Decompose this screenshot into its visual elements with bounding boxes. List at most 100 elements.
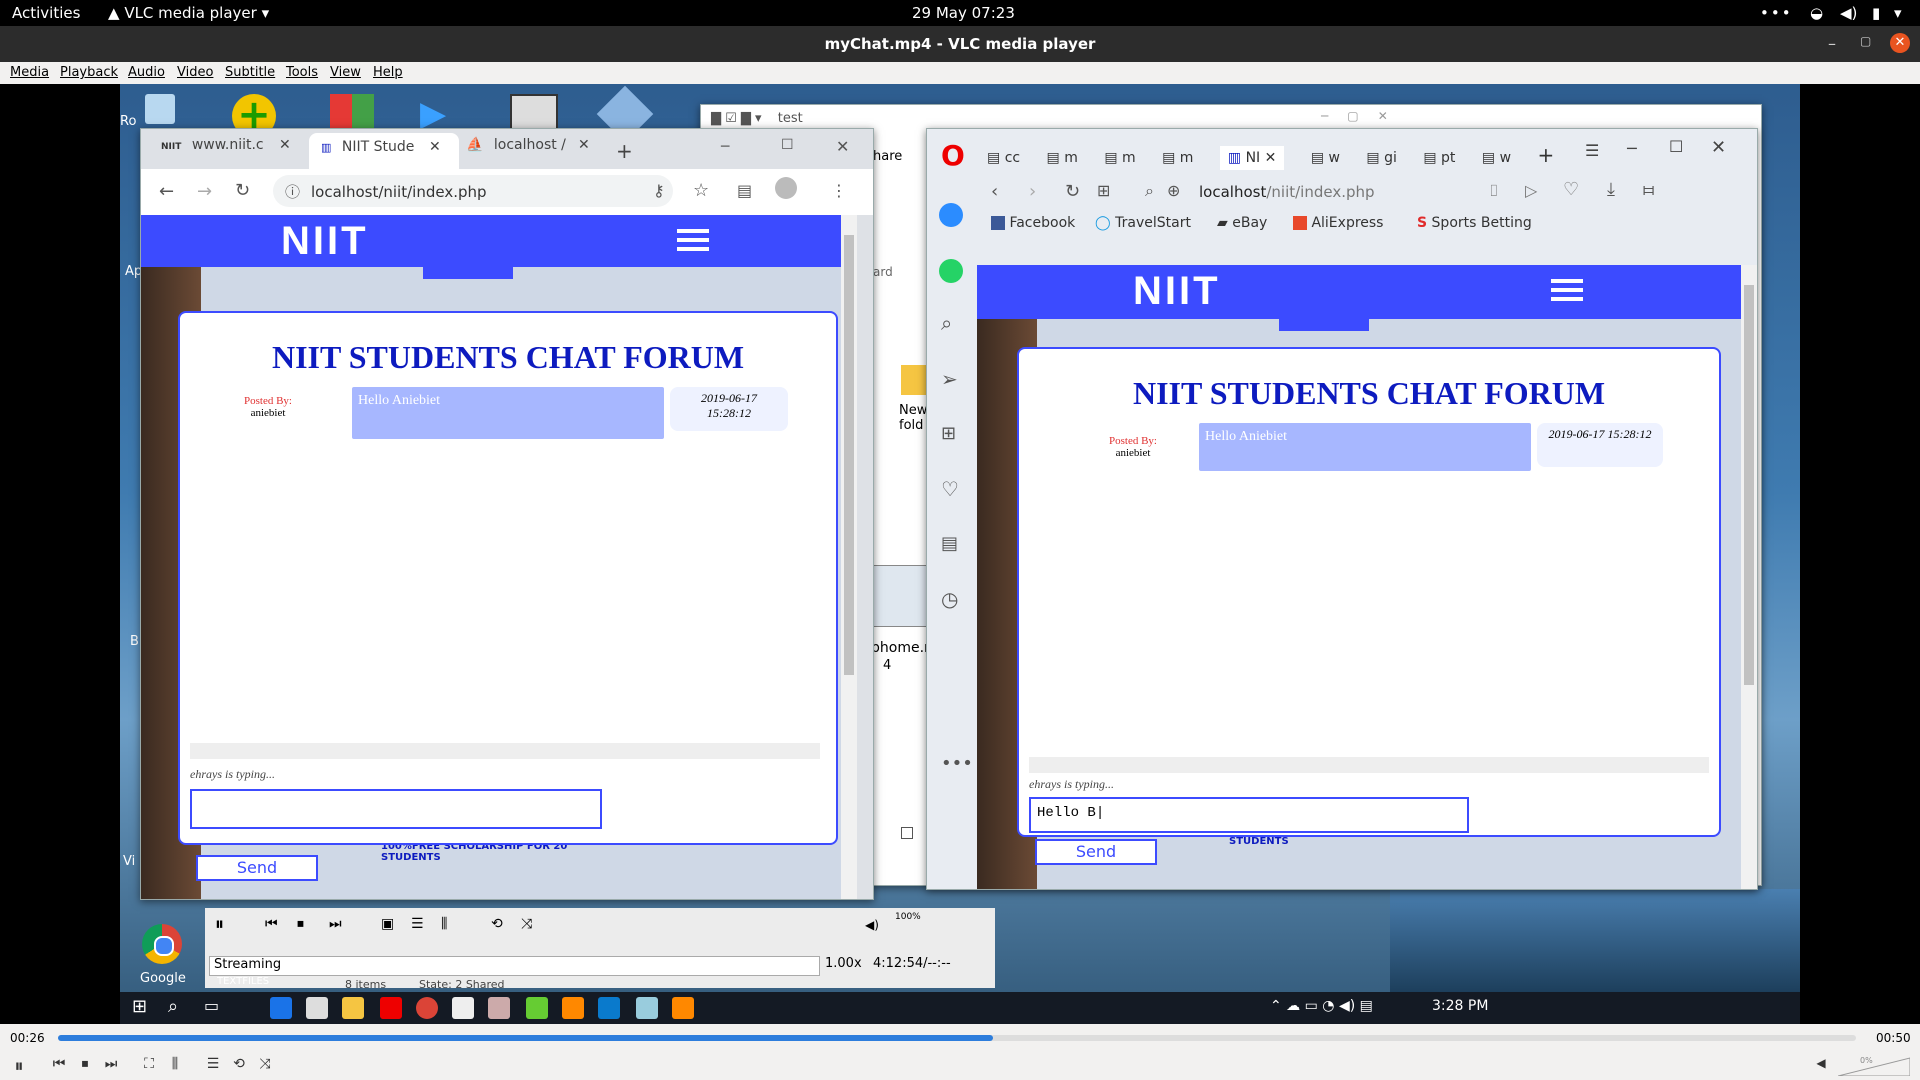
- news-icon[interactable]: ▤: [941, 533, 958, 554]
- explorer-toolbar-icons[interactable]: ▇ ☑ ▇ ▾: [711, 111, 762, 126]
- tab-menu-icon[interactable]: ☰: [1585, 141, 1599, 160]
- tab[interactable]: ▤ gi: [1366, 150, 1396, 166]
- menu-icon[interactable]: ⋮: [831, 181, 847, 200]
- more-icon[interactable]: •••: [941, 753, 973, 774]
- download-icon[interactable]: ⤓: [1607, 179, 1615, 200]
- equalizer-icon[interactable]: ⫼: [164, 1056, 186, 1076]
- search-icon[interactable]: ⌕: [941, 311, 952, 335]
- previous-icon[interactable]: ⏮: [48, 1056, 70, 1076]
- address-bar[interactable]: ⓘ localhost/niit/index.php: [273, 175, 673, 207]
- bookmark-ebay[interactable]: ▰ eBay: [1217, 215, 1267, 231]
- tab[interactable]: ▤ m: [1162, 150, 1193, 166]
- zoom-icon[interactable]: ⌕: [1145, 181, 1154, 201]
- reload-icon[interactable]: ↻: [235, 180, 250, 201]
- tab[interactable]: ▤ m: [1047, 150, 1078, 166]
- tab-niit-site[interactable]: NIIT www.niit.c ✕: [161, 137, 311, 167]
- extension-icon[interactable]: ▤: [737, 181, 752, 200]
- volume-icon[interactable]: ◀): [1840, 4, 1857, 22]
- tab-active[interactable]: ▥ NI ✕: [1219, 146, 1285, 170]
- back-icon[interactable]: ←: [159, 181, 174, 202]
- tab[interactable]: ▤ m: [1104, 150, 1135, 166]
- activities-button[interactable]: Activities: [12, 4, 80, 22]
- info-icon[interactable]: ⓘ: [285, 181, 300, 202]
- send-icon[interactable]: ▷: [1525, 181, 1537, 200]
- profile-avatar-icon[interactable]: [775, 177, 797, 199]
- address-bar[interactable]: localhost/niit/index.php: [1199, 183, 1375, 201]
- menu-video[interactable]: Video: [177, 65, 213, 80]
- maximize-icon[interactable]: ☐: [1669, 137, 1683, 156]
- share-tab[interactable]: hare: [873, 149, 902, 164]
- forward-icon[interactable]: →: [197, 181, 212, 202]
- system-menu-icon[interactable]: ▾: [1894, 4, 1902, 22]
- wifi-icon[interactable]: ◒: [1810, 4, 1823, 22]
- menu-view[interactable]: View: [330, 65, 361, 80]
- close-tab-icon[interactable]: ✕: [279, 137, 291, 153]
- tab[interactable]: ▤ pt: [1423, 150, 1455, 166]
- bookmark-sports-betting[interactable]: S Sports Betting: [1417, 215, 1532, 231]
- tab-chat-forum[interactable]: ▥ NIIT Stude ✕: [309, 133, 459, 169]
- settings-icon[interactable]: ⧦: [1643, 179, 1654, 200]
- page-scrollbar[interactable]: [1741, 265, 1757, 889]
- volume-slider[interactable]: 0%: [1837, 1056, 1911, 1077]
- reload-icon[interactable]: ↻: [1065, 181, 1080, 202]
- close-tab-icon[interactable]: ✕: [578, 137, 590, 153]
- history-icon[interactable]: ◷: [941, 587, 958, 611]
- tab[interactable]: ▤ cc: [987, 150, 1020, 166]
- minimize-icon[interactable]: ─: [721, 139, 729, 155]
- file-thumbnail[interactable]: [871, 565, 933, 627]
- mute-icon[interactable]: ◀: [1810, 1056, 1832, 1076]
- heart-icon[interactable]: ♡: [1563, 179, 1579, 200]
- page-scrollbar[interactable]: [841, 215, 857, 899]
- fullscreen-icon[interactable]: ⛶: [138, 1056, 160, 1076]
- clock[interactable]: 29 May 07:23: [912, 4, 1015, 22]
- app-menu-button[interactable]: ▲ VLC media player ▾: [108, 4, 269, 22]
- send-button[interactable]: Send: [1035, 839, 1157, 865]
- new-tab-icon[interactable]: +: [616, 139, 633, 163]
- horizontal-scrollbar[interactable]: [190, 743, 820, 759]
- tab[interactable]: ▤ w: [1482, 150, 1511, 166]
- battery-icon[interactable]: ▮: [1872, 4, 1880, 22]
- menu-subtitle[interactable]: Subtitle: [225, 65, 275, 80]
- checkbox[interactable]: [901, 827, 913, 839]
- message-input[interactable]: [190, 789, 602, 829]
- tab-localhost[interactable]: ⛵ localhost / ✕: [466, 137, 616, 167]
- message-input[interactable]: Hello B|: [1029, 797, 1469, 833]
- bookmark-facebook[interactable]: Facebook: [991, 215, 1075, 231]
- more-icon[interactable]: •••: [1760, 4, 1793, 22]
- loop-icon[interactable]: ⟲: [228, 1056, 250, 1076]
- close-icon[interactable]: ✕: [1711, 137, 1726, 158]
- new-tab-icon[interactable]: +: [1537, 143, 1554, 167]
- close-tab-icon[interactable]: ✕: [1265, 150, 1277, 166]
- site-logo[interactable]: NIIT: [1133, 269, 1221, 314]
- playlist-icon[interactable]: ☰: [202, 1056, 224, 1076]
- menu-tools[interactable]: Tools: [286, 65, 318, 80]
- globe-icon[interactable]: ⊕: [1167, 181, 1180, 200]
- bookmark-aliexpress[interactable]: AliExpress: [1293, 215, 1383, 231]
- messenger-icon[interactable]: [939, 203, 963, 227]
- hamburger-menu-icon[interactable]: [1551, 279, 1583, 306]
- speed-dial-icon[interactable]: ⊞: [1097, 181, 1110, 200]
- camera-icon[interactable]: ⌷: [1489, 181, 1499, 201]
- seek-bar[interactable]: [58, 1035, 1856, 1041]
- close-tab-icon[interactable]: ✕: [429, 139, 441, 155]
- window-controls[interactable]: ─ ▢ ✕: [1321, 109, 1388, 123]
- site-logo[interactable]: NIIT: [281, 219, 369, 264]
- back-icon[interactable]: ‹: [991, 181, 998, 202]
- heart-icon[interactable]: ♡: [941, 477, 959, 501]
- hamburger-menu-icon[interactable]: [677, 229, 709, 256]
- bookmark-travelstart[interactable]: ◯ TravelStart: [1095, 215, 1191, 231]
- pause-icon[interactable]: ⏸: [8, 1056, 30, 1077]
- maximize-icon[interactable]: ☐: [781, 137, 794, 153]
- star-icon[interactable]: ☆: [693, 180, 709, 201]
- close-icon[interactable]: ✕: [836, 137, 849, 156]
- whatsapp-icon[interactable]: [939, 259, 963, 283]
- send-button[interactable]: Send: [196, 855, 318, 881]
- menu-media[interactable]: Media: [10, 65, 49, 80]
- minimize-icon[interactable]: ─: [1627, 139, 1637, 158]
- tab[interactable]: ▤ w: [1311, 150, 1340, 166]
- horizontal-scrollbar[interactable]: [1029, 757, 1709, 773]
- forward-icon[interactable]: ›: [1029, 181, 1036, 202]
- shuffle-icon[interactable]: ⤨: [254, 1056, 276, 1076]
- opera-logo-icon[interactable]: O: [941, 139, 965, 172]
- key-icon[interactable]: ⚷: [653, 181, 665, 200]
